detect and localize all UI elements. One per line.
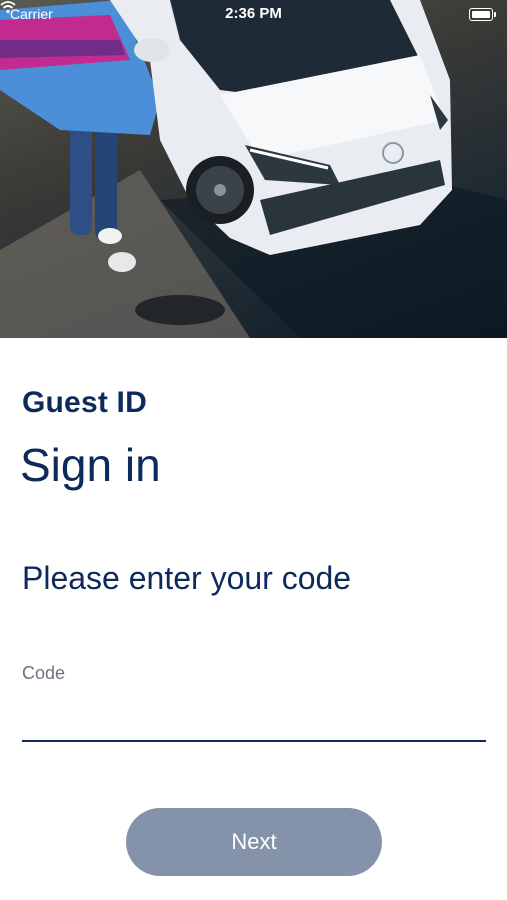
next-button[interactable]: Next — [126, 808, 382, 876]
car-hero-image: Carrier 2:36 PM — [0, 0, 507, 338]
battery-icon — [469, 8, 496, 21]
status-bar: Carrier 2:36 PM — [0, 0, 507, 30]
sign-in-screen: Carrier 2:36 PM Guest ID Sign in Please … — [0, 0, 507, 900]
car-illustration — [0, 0, 507, 338]
brand-label: Guest ID — [22, 386, 147, 419]
code-field-label: Code — [22, 663, 66, 683]
instruction-text: Please enter your code — [22, 560, 352, 596]
page-title: Sign in — [20, 439, 161, 491]
status-time: 2:36 PM — [225, 5, 282, 22]
code-input[interactable] — [22, 700, 486, 742]
